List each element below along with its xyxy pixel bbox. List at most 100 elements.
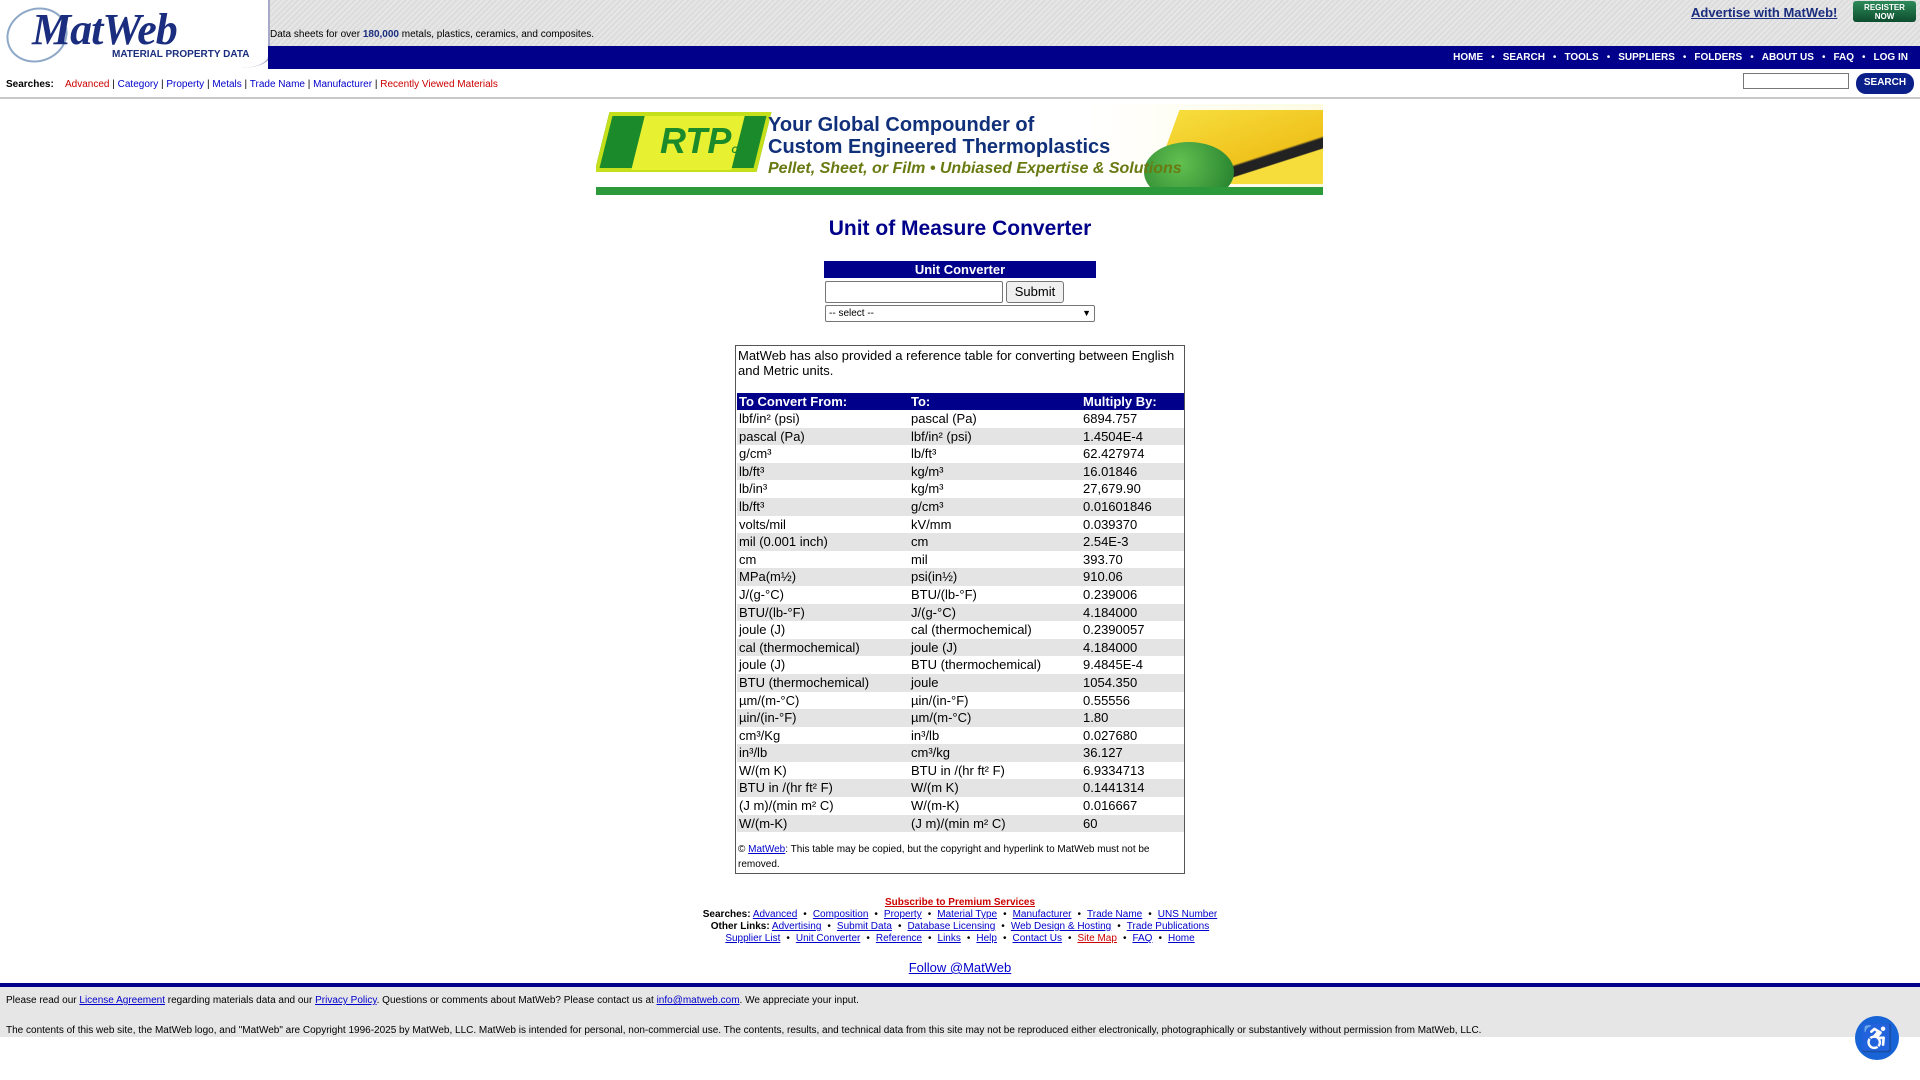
footer-link-trade-name[interactable]: Trade Name [1087,909,1142,920]
from-unit-cell: J/(g-°C) [739,586,784,602]
premium-services-link[interactable]: Subscribe to Premium Services [885,897,1035,908]
footer-link-contact-us[interactable]: Contact Us [1012,933,1061,944]
footer-link-database-licensing[interactable]: Database Licensing [907,921,995,932]
search-link-advanced[interactable]: Advanced [65,79,109,90]
submit-button[interactable]: Submit [1006,281,1064,303]
footer-link-site-map[interactable]: Site Map [1077,933,1116,944]
license-agreement-link[interactable]: License Agreement [79,995,165,1006]
site-header: MatWeb MATERIAL PROPERTY DATA Data sheet… [0,0,1920,101]
search-link-category[interactable]: Category [118,79,159,90]
table-row: lbf/in² (psi) pascal (Pa) 6894.757 [737,410,1184,428]
footer-link-advanced[interactable]: Advanced [753,909,797,920]
table-row: cm³/Kg in³/lb 0.027680 [737,727,1184,745]
footer-link-links[interactable]: Links [938,933,961,944]
nav-item-suppliers[interactable]: SUPPLIERS [1618,52,1675,63]
matweb-logo[interactable]: MatWeb MATERIAL PROPERTY DATA [0,0,270,71]
banner-headline-2: Custom Engineered Thermoplastics [768,136,1111,158]
multiplier-cell: 62.427974 [1083,446,1145,462]
from-unit-cell: lb/ft³ [739,498,765,514]
footer-copyright: The contents of this web site, the MatWe… [6,1025,1482,1036]
privacy-policy-link[interactable]: Privacy Policy [315,995,377,1006]
footer-link-submit-data[interactable]: Submit Data [837,921,892,932]
follow-matweb: Follow @MatWeb [0,960,1920,975]
search-input[interactable] [1743,73,1849,89]
table-row: lb/in³ kg/m³ 27,679.90 [737,480,1184,498]
nav-item-folders[interactable]: FOLDERS [1694,52,1742,63]
footer-link-property[interactable]: Property [884,909,922,920]
register-now-button[interactable]: REGISTER NOW [1853,1,1916,22]
follow-matweb-link[interactable]: Follow @MatWeb [909,960,1012,975]
multiplier-cell: 1.4504E-4 [1083,428,1143,444]
search-type-links: Advanced | Category | Property | Metals … [65,79,498,90]
footer-link-supplier-list[interactable]: Supplier List [725,933,780,944]
from-unit-cell: cm³/Kg [739,727,781,743]
multiplier-cell: 4.184000 [1083,639,1138,655]
advertise-link[interactable]: Advertise with MatWeb! [1691,5,1837,20]
search-link-manufacturer[interactable]: Manufacturer [313,79,372,90]
footer-link-manufacturer[interactable]: Manufacturer [1013,909,1072,920]
table-row: µin/(in-°F) µm/(m-°C) 1.80 [737,709,1184,727]
footer-link-composition[interactable]: Composition [813,909,869,920]
table-row: pascal (Pa) lbf/in² (psi) 1.4504E-4 [737,427,1184,446]
nav-separator: • [1682,52,1687,63]
from-unit-cell: joule (J) [739,657,786,673]
table-row: J/(g-°C) BTU/(lb-°F) 0.239006 [737,586,1184,604]
footer-link-unit-converter[interactable]: Unit Converter [796,933,860,944]
to-unit-cell: kV/mm [911,516,952,532]
unit-value-input[interactable] [825,281,1003,303]
from-unit-cell: MPa(m½) [739,569,797,585]
footer-link-home[interactable]: Home [1168,933,1195,944]
footer-link-trade-publications[interactable]: Trade Publications [1127,921,1209,932]
from-unit-cell: joule (J) [739,622,786,638]
multiplier-cell: 36.127 [1083,745,1123,761]
footer-link-help[interactable]: Help [976,933,997,944]
nav-item-about-us[interactable]: ABOUT US [1762,52,1814,63]
from-unit-cell: in³/lb [739,745,768,761]
rtp-advertisement-banner[interactable]: RTPCo. Your Global Compounder of Custom … [596,104,1323,195]
logo-text: MatWeb [32,5,178,54]
search-link-metals[interactable]: Metals [212,79,241,90]
footer-link-faq[interactable]: FAQ [1132,933,1152,944]
table-row: MPa(m½) psi(in½) 910.06 [737,568,1184,586]
from-unit-cell: pascal (Pa) [739,428,805,444]
footer-link-material-type[interactable]: Material Type [937,909,997,920]
from-unit-cell: (J m)/(min m² C) [739,798,834,814]
to-unit-cell: BTU in /(hr ft² F) [911,762,1005,778]
to-unit-cell: joule [911,674,939,690]
footer-link-uns-number[interactable]: UNS Number [1158,909,1217,920]
search-button[interactable]: SEARCH [1856,73,1914,94]
matweb-copyright-link[interactable]: MatWeb [748,844,785,855]
banner-stripe [596,187,1323,195]
table-row: lb/ft³ kg/m³ 16.01846 [737,462,1184,481]
contact-email-link[interactable]: info@matweb.com [657,995,740,1006]
from-unit-cell: µin/(in-°F) [739,710,797,726]
from-unit-cell: cal (thermochemical) [739,639,860,655]
footer-link-web-design-hosting[interactable]: Web Design & Hosting [1011,921,1111,932]
from-unit-cell: BTU in /(hr ft² F) [739,780,833,796]
unit-select-dropdown[interactable]: -- select -- ▼ [825,305,1095,322]
rtp-logo-text: RTPCo. [660,120,746,161]
nav-item-home[interactable]: HOME [1453,52,1483,63]
accessibility-person-icon[interactable]: ♿ [1855,1016,1899,1060]
footer-link-advertising[interactable]: Advertising [772,921,821,932]
header-multiply-by: Multiply By: [1083,394,1157,409]
unit-converter-heading: Unit Converter [824,261,1096,278]
banner-tagline: Pellet, Sheet, or Film • Unbiased Expert… [768,160,1182,177]
multiplier-cell: 910.06 [1083,569,1123,585]
search-link-recently-viewed-materials[interactable]: Recently Viewed Materials [380,79,498,90]
table-row: BTU (thermochemical) joule 1054.350 [737,673,1184,692]
nav-item-search[interactable]: SEARCH [1503,52,1545,63]
nav-item-faq[interactable]: FAQ [1833,52,1854,63]
to-unit-cell: (J m)/(min m² C) [911,815,1006,831]
search-link-trade-name[interactable]: Trade Name [250,79,305,90]
searches-label: Searches: [6,79,54,90]
multiplier-cell: 60 [1083,815,1098,831]
to-unit-cell: kg/m³ [911,481,944,497]
footer-link-reference[interactable]: Reference [876,933,922,944]
nav-separator: • [1606,52,1611,63]
nav-item-log-in[interactable]: LOG IN [1874,52,1908,63]
unit-select-value: -- select -- [829,308,874,319]
nav-item-tools[interactable]: TOOLS [1564,52,1598,63]
table-row: cm mil 393.70 [737,551,1184,569]
search-link-property[interactable]: Property [166,79,204,90]
